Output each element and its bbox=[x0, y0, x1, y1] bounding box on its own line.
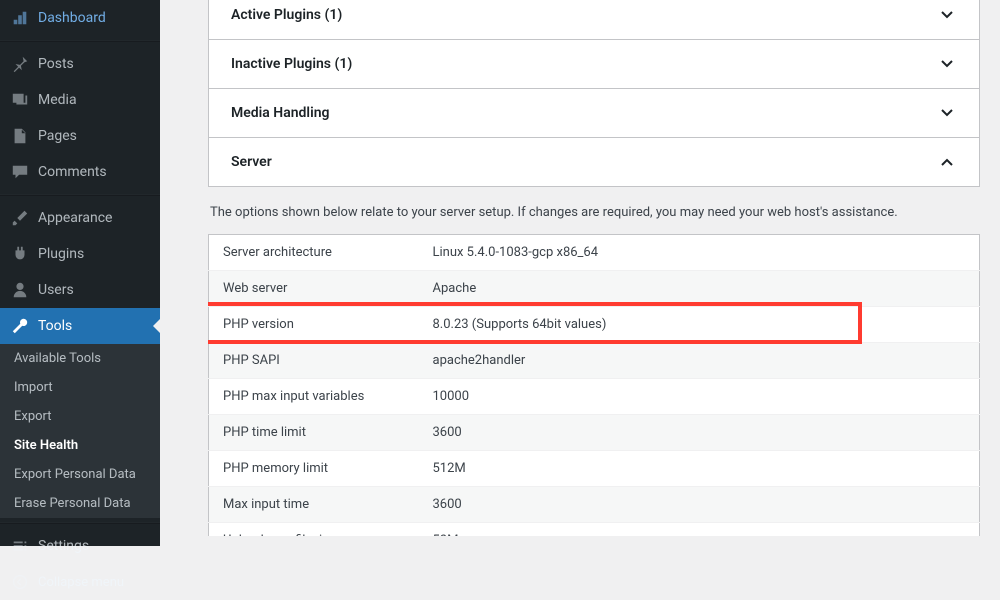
server-row-label: Server architecture bbox=[209, 235, 419, 271]
sidebar-item-users[interactable]: Users bbox=[0, 272, 160, 308]
table-row: Server architectureLinux 5.4.0-1083-gcp … bbox=[209, 235, 980, 271]
user-icon bbox=[10, 280, 30, 300]
server-row-label: PHP max input variables bbox=[209, 379, 419, 415]
server-row-label: PHP time limit bbox=[209, 415, 419, 451]
table-row: Web serverApache bbox=[209, 271, 980, 307]
server-row-value: 8.0.23 (Supports 64bit values) bbox=[419, 307, 980, 343]
server-intro-text: The options shown below relate to your s… bbox=[208, 187, 980, 234]
collapse-icon bbox=[10, 572, 30, 592]
brush-icon bbox=[10, 208, 30, 228]
sidebar-item-label: Settings bbox=[38, 538, 89, 554]
server-info-table: Server architectureLinux 5.4.0-1083-gcp … bbox=[208, 234, 980, 536]
pin-icon bbox=[10, 54, 30, 74]
sidebar-item-label: Plugins bbox=[38, 246, 84, 262]
sidebar-item-comments[interactable]: Comments bbox=[0, 154, 160, 190]
submenu-import[interactable]: Import bbox=[0, 373, 160, 402]
server-row-value: 3600 bbox=[419, 415, 980, 451]
server-row-label: Web server bbox=[209, 271, 419, 307]
table-row: PHP SAPIapache2handler bbox=[209, 343, 980, 379]
sidebar-item-plugins[interactable]: Plugins bbox=[0, 236, 160, 272]
settings-icon bbox=[10, 536, 30, 556]
server-row-label: PHP SAPI bbox=[209, 343, 419, 379]
submenu-erase-personal-data[interactable]: Erase Personal Data bbox=[0, 489, 160, 518]
server-row-value: 50M bbox=[419, 523, 980, 537]
server-row-value: Apache bbox=[419, 271, 980, 307]
submenu-site-health[interactable]: Site Health bbox=[0, 431, 160, 460]
media-icon bbox=[10, 90, 30, 110]
tools-submenu: Available Tools Import Export Site Healt… bbox=[0, 344, 160, 518]
sidebar-item-appearance[interactable]: Appearance bbox=[0, 200, 160, 236]
accordion-media-handling[interactable]: Media Handling bbox=[209, 89, 979, 137]
server-row-label: Upload max filesize bbox=[209, 523, 419, 537]
sidebar-item-label: Tools bbox=[38, 318, 72, 334]
table-row: PHP version8.0.23 (Supports 64bit values… bbox=[209, 307, 980, 343]
server-row-label: PHP memory limit bbox=[209, 451, 419, 487]
sidebar-item-label: Dashboard bbox=[38, 10, 106, 26]
chevron-down-icon bbox=[937, 103, 957, 123]
server-row-value: 3600 bbox=[419, 487, 980, 523]
sidebar-item-posts[interactable]: Posts bbox=[0, 46, 160, 82]
admin-sidebar: Dashboard Posts Media Pages Commen bbox=[0, 0, 160, 546]
table-row: PHP time limit3600 bbox=[209, 415, 980, 451]
sidebar-item-settings[interactable]: Settings bbox=[0, 528, 160, 564]
sidebar-item-tools[interactable]: Tools bbox=[0, 308, 160, 344]
server-row-value: apache2handler bbox=[419, 343, 980, 379]
table-row: PHP memory limit512M bbox=[209, 451, 980, 487]
chevron-down-icon bbox=[937, 54, 957, 74]
accordion-title: Server bbox=[231, 154, 272, 170]
sidebar-item-pages[interactable]: Pages bbox=[0, 118, 160, 154]
plugin-icon bbox=[10, 244, 30, 264]
accordion-inactive-plugins[interactable]: Inactive Plugins (1) bbox=[209, 40, 979, 88]
comment-icon bbox=[10, 162, 30, 182]
server-row-value: Linux 5.4.0-1083-gcp x86_64 bbox=[419, 235, 980, 271]
wrench-icon bbox=[10, 316, 30, 336]
accordion-title: Inactive Plugins (1) bbox=[231, 56, 352, 72]
table-row: PHP max input variables10000 bbox=[209, 379, 980, 415]
table-row: Upload max filesize50M bbox=[209, 523, 980, 537]
sidebar-item-label: Pages bbox=[38, 128, 77, 144]
server-row-label: Max input time bbox=[209, 487, 419, 523]
page-icon bbox=[10, 126, 30, 146]
sidebar-item-dashboard[interactable]: Dashboard bbox=[0, 0, 160, 36]
sidebar-item-media[interactable]: Media bbox=[0, 82, 160, 118]
accordion-title: Active Plugins (1) bbox=[231, 7, 342, 23]
server-row-value: 512M bbox=[419, 451, 980, 487]
collapse-menu-button[interactable]: Collapse menu bbox=[0, 564, 160, 600]
sidebar-item-label: Media bbox=[38, 92, 77, 108]
sidebar-item-label: Posts bbox=[38, 56, 74, 72]
server-row-label: PHP version bbox=[209, 307, 419, 343]
sidebar-item-label: Users bbox=[38, 282, 74, 298]
collapse-label: Collapse menu bbox=[38, 575, 124, 590]
accordion-server[interactable]: Server bbox=[209, 138, 979, 186]
server-row-value: 10000 bbox=[419, 379, 980, 415]
accordion-active-plugins[interactable]: Active Plugins (1) bbox=[209, 0, 979, 39]
sidebar-item-label: Appearance bbox=[38, 210, 112, 226]
chevron-down-icon bbox=[937, 5, 957, 25]
submenu-available-tools[interactable]: Available Tools bbox=[0, 344, 160, 373]
accordion-title: Media Handling bbox=[231, 105, 330, 121]
submenu-export-personal-data[interactable]: Export Personal Data bbox=[0, 460, 160, 489]
sidebar-item-label: Comments bbox=[38, 164, 107, 180]
main-content: Active Plugins (1) Inactive Plugins (1) … bbox=[160, 0, 1000, 546]
submenu-export[interactable]: Export bbox=[0, 402, 160, 431]
dashboard-icon bbox=[10, 8, 30, 28]
chevron-up-icon bbox=[937, 152, 957, 172]
table-row: Max input time3600 bbox=[209, 487, 980, 523]
